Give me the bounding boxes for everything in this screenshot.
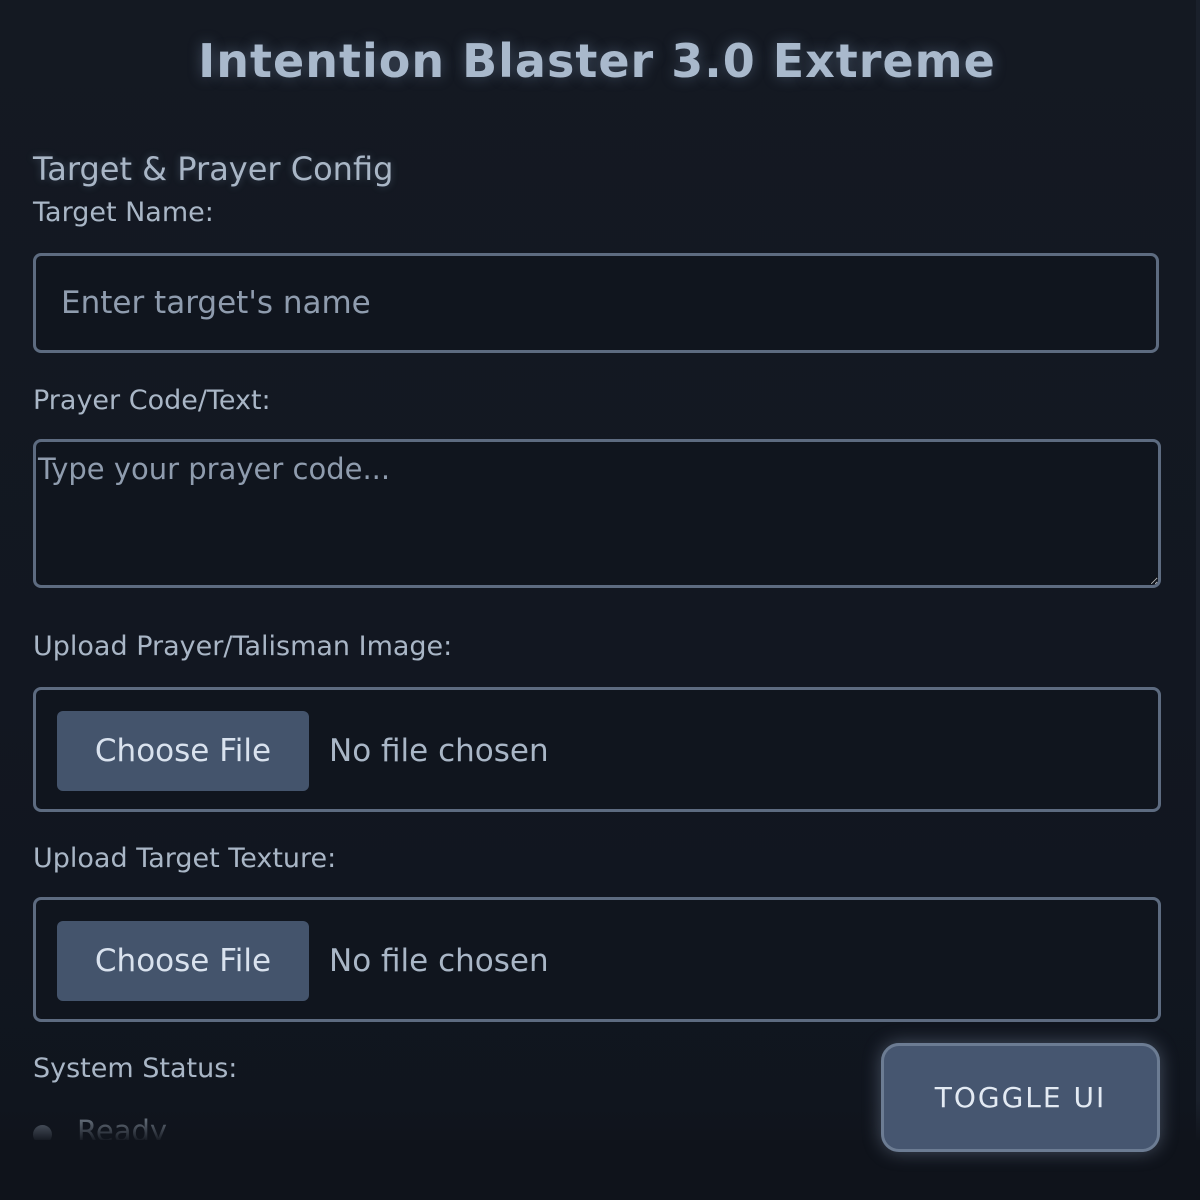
config-panel: Intention Blaster 3.0 Extreme Target & P… [0, 0, 1200, 1140]
prayer-code-textarea[interactable] [33, 439, 1161, 588]
target-texture-label: Upload Target Texture: [33, 843, 337, 874]
toggle-ui-button[interactable]: TOGGLE UI [881, 1043, 1160, 1152]
target-name-input[interactable] [33, 253, 1159, 353]
app-title: Intention Blaster 3.0 Extreme [198, 34, 996, 88]
target-name-label: Target Name: [33, 197, 214, 228]
status-text: Ready [77, 1114, 168, 1140]
target-texture-file-status: No file chosen [329, 943, 549, 979]
prayer-image-file-status: No file chosen [329, 733, 549, 769]
target-texture-upload[interactable]: Choose File No file chosen [33, 897, 1161, 1022]
target-texture-choose-file-button[interactable]: Choose File [57, 921, 309, 1001]
section-title: Target & Prayer Config [33, 150, 394, 188]
prayer-image-choose-file-button[interactable]: Choose File [57, 711, 309, 791]
system-status-label: System Status: [33, 1053, 238, 1084]
prayer-image-label: Upload Prayer/Talisman Image: [33, 631, 453, 662]
prayer-image-upload[interactable]: Choose File No file chosen [33, 687, 1161, 812]
status-dot-icon [33, 1125, 52, 1140]
scrollbar[interactable] [1196, 0, 1200, 1140]
prayer-code-label: Prayer Code/Text: [33, 385, 271, 416]
